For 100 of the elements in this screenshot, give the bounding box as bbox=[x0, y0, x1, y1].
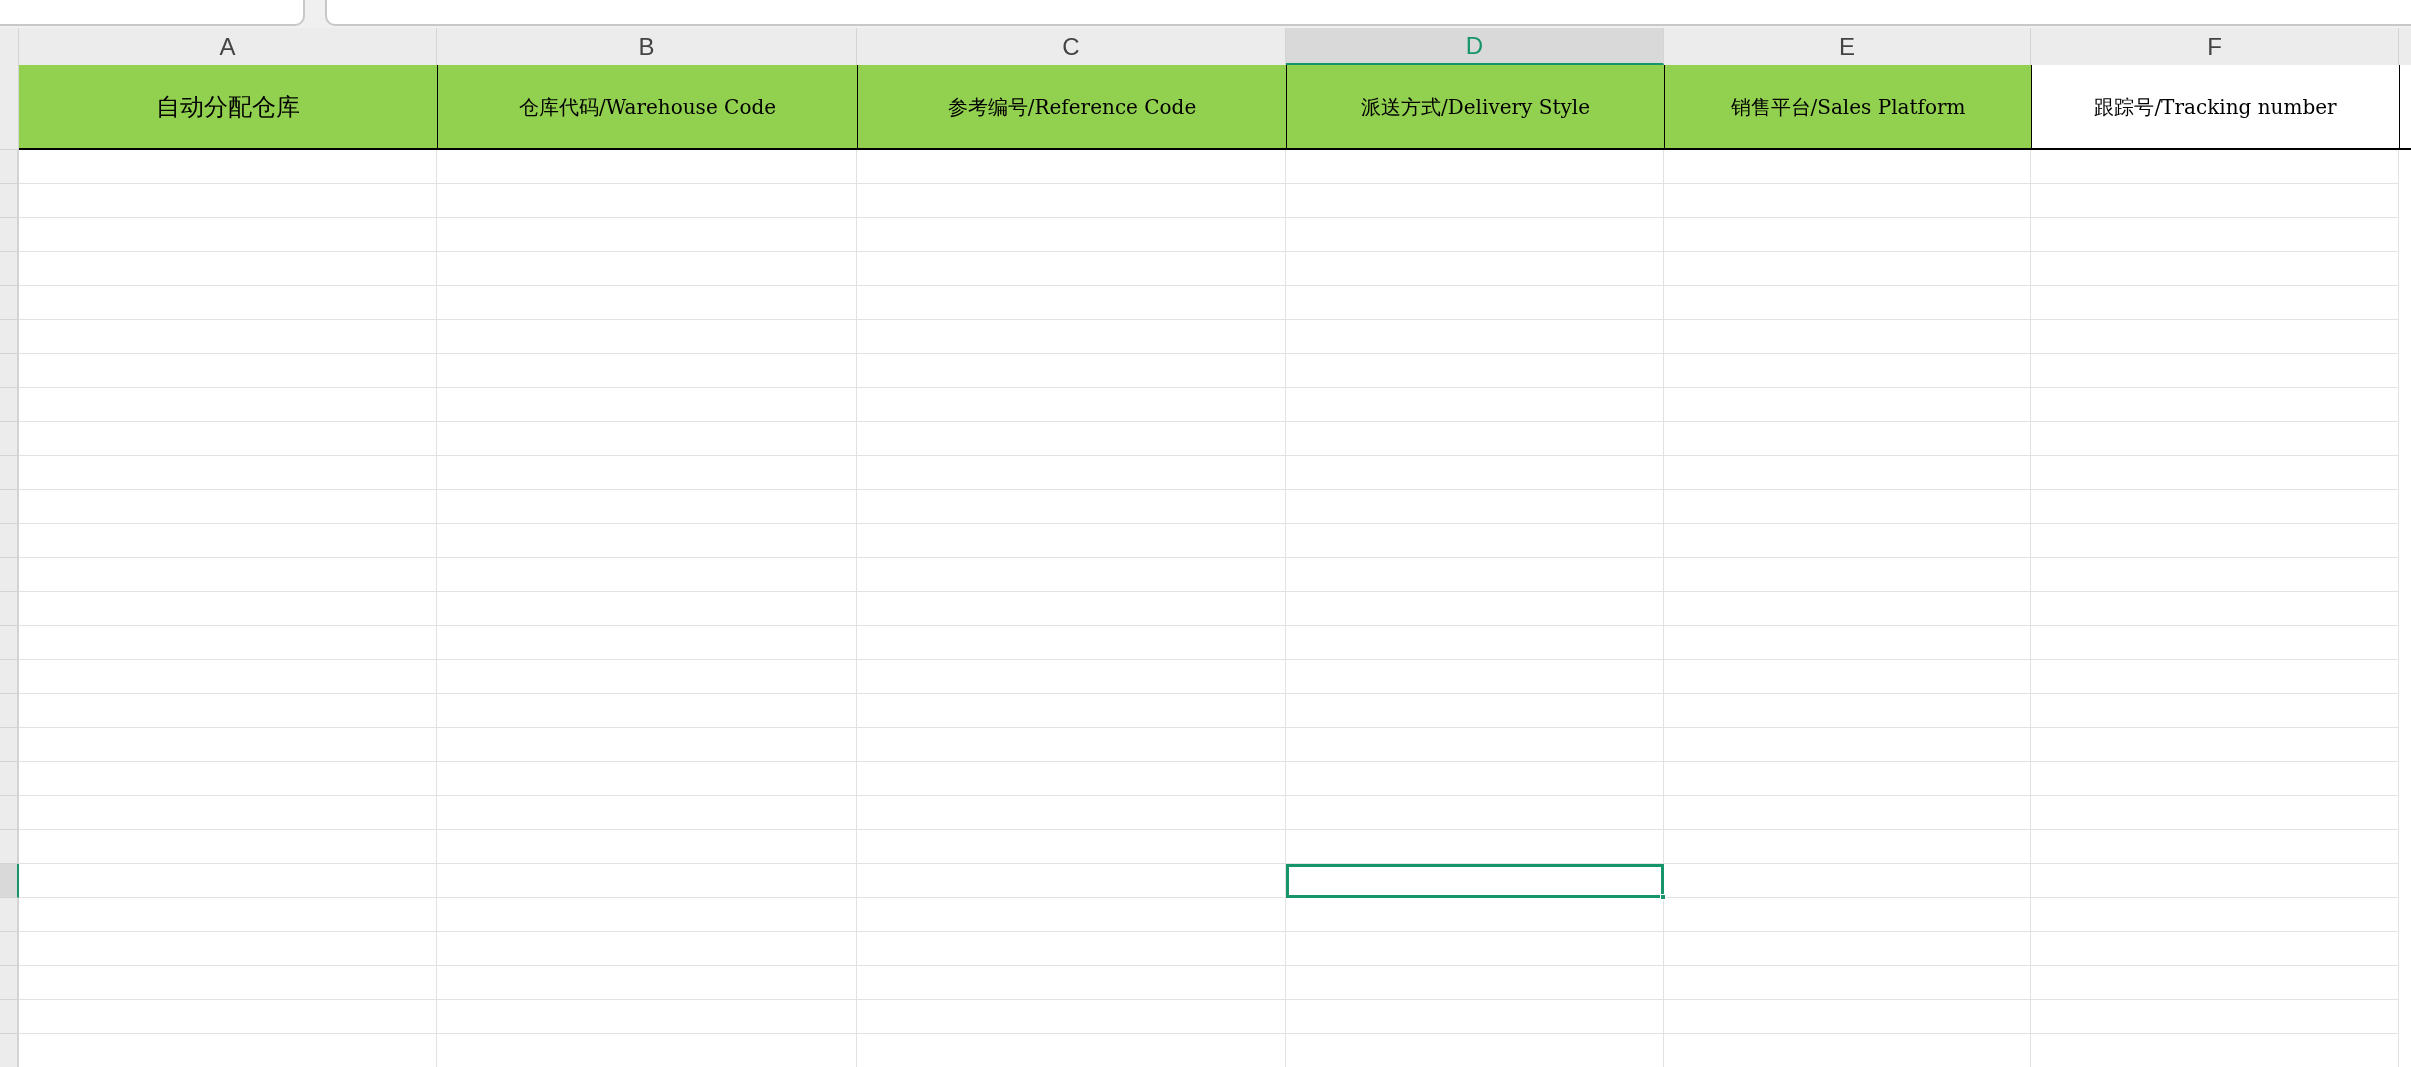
table-cell[interactable] bbox=[2031, 490, 2399, 524]
table-cell[interactable] bbox=[2031, 898, 2399, 932]
table-cell[interactable] bbox=[2031, 184, 2399, 218]
table-cell[interactable] bbox=[2031, 864, 2399, 898]
table-cell[interactable] bbox=[1664, 388, 2031, 422]
table-cell[interactable] bbox=[19, 796, 437, 830]
table-cell[interactable] bbox=[1286, 796, 1664, 830]
table-cell[interactable] bbox=[857, 388, 1286, 422]
table-cell[interactable] bbox=[1286, 286, 1664, 320]
table-cell[interactable] bbox=[1286, 898, 1664, 932]
table-cell[interactable] bbox=[19, 694, 437, 728]
table-cell[interactable] bbox=[1664, 354, 2031, 388]
select-all-corner[interactable] bbox=[0, 28, 19, 65]
selected-cell[interactable] bbox=[1286, 864, 1664, 898]
table-cell[interactable] bbox=[1286, 388, 1664, 422]
table-cell[interactable] bbox=[1286, 1000, 1664, 1034]
table-cell[interactable] bbox=[857, 728, 1286, 762]
table-cell[interactable] bbox=[1664, 456, 2031, 490]
table-cell[interactable] bbox=[19, 762, 437, 796]
table-cell[interactable] bbox=[1664, 864, 2031, 898]
table-cell[interactable] bbox=[19, 558, 437, 592]
table-cell[interactable] bbox=[1664, 286, 2031, 320]
table-cell[interactable] bbox=[1286, 694, 1664, 728]
table-cell[interactable] bbox=[19, 218, 437, 252]
table-cell[interactable] bbox=[1664, 218, 2031, 252]
column-header[interactable]: A bbox=[19, 28, 437, 65]
table-cell[interactable] bbox=[2031, 592, 2399, 626]
table-cell[interactable] bbox=[1664, 320, 2031, 354]
table-cell[interactable] bbox=[1286, 728, 1664, 762]
table-cell[interactable] bbox=[437, 626, 857, 660]
table-cell[interactable] bbox=[1286, 558, 1664, 592]
table-cell[interactable] bbox=[1664, 694, 2031, 728]
table-cell[interactable] bbox=[1286, 830, 1664, 864]
table-cell[interactable] bbox=[857, 626, 1286, 660]
table-cell[interactable] bbox=[19, 660, 437, 694]
table-cell[interactable] bbox=[857, 286, 1286, 320]
table-cell[interactable] bbox=[2031, 728, 2399, 762]
table-cell[interactable] bbox=[19, 286, 437, 320]
table-cell[interactable] bbox=[857, 898, 1286, 932]
table-cell[interactable] bbox=[437, 558, 857, 592]
table-cell[interactable] bbox=[437, 388, 857, 422]
table-cell[interactable] bbox=[19, 184, 437, 218]
table-cell[interactable] bbox=[2031, 252, 2399, 286]
table-cell[interactable] bbox=[19, 966, 437, 1000]
table-cell[interactable] bbox=[19, 592, 437, 626]
table-cell[interactable] bbox=[19, 388, 437, 422]
table-cell[interactable] bbox=[19, 626, 437, 660]
table-cell[interactable] bbox=[437, 898, 857, 932]
table-cell[interactable] bbox=[2031, 320, 2399, 354]
table-cell[interactable] bbox=[1664, 830, 2031, 864]
table-cell[interactable] bbox=[1286, 184, 1664, 218]
column-header[interactable]: C bbox=[857, 28, 1286, 65]
table-cell[interactable] bbox=[437, 490, 857, 524]
table-cell[interactable] bbox=[1286, 456, 1664, 490]
table-cell[interactable] bbox=[1286, 490, 1664, 524]
table-cell[interactable] bbox=[19, 252, 437, 286]
table-cell[interactable] bbox=[857, 592, 1286, 626]
table-cell[interactable] bbox=[857, 490, 1286, 524]
table-cell[interactable] bbox=[1286, 422, 1664, 456]
table-cell[interactable] bbox=[437, 796, 857, 830]
table-cell[interactable] bbox=[437, 966, 857, 1000]
table-cell[interactable] bbox=[857, 524, 1286, 558]
table-cell[interactable] bbox=[1664, 660, 2031, 694]
table-cell[interactable] bbox=[437, 524, 857, 558]
table-cell[interactable] bbox=[2031, 694, 2399, 728]
table-cell[interactable] bbox=[857, 966, 1286, 1000]
table-cell[interactable] bbox=[1286, 966, 1664, 1000]
table-cell[interactable] bbox=[2031, 286, 2399, 320]
table-cell[interactable] bbox=[437, 660, 857, 694]
table-cell[interactable] bbox=[1286, 932, 1664, 966]
table-cell[interactable] bbox=[437, 422, 857, 456]
table-cell[interactable] bbox=[2031, 456, 2399, 490]
table-cell[interactable] bbox=[2031, 966, 2399, 1000]
table-cell[interactable] bbox=[437, 218, 857, 252]
table-cell[interactable] bbox=[2031, 524, 2399, 558]
column-header[interactable]: B bbox=[437, 28, 857, 65]
table-cell[interactable] bbox=[1664, 524, 2031, 558]
table-cell[interactable] bbox=[437, 864, 857, 898]
table-cell[interactable] bbox=[19, 830, 437, 864]
table-cell[interactable] bbox=[1664, 966, 2031, 1000]
table-cell[interactable] bbox=[437, 932, 857, 966]
table-cell[interactable] bbox=[437, 762, 857, 796]
table-cell[interactable] bbox=[1664, 592, 2031, 626]
table-cell[interactable] bbox=[437, 286, 857, 320]
table-cell[interactable] bbox=[19, 422, 437, 456]
table-cell[interactable] bbox=[857, 320, 1286, 354]
table-cell[interactable] bbox=[1664, 184, 2031, 218]
table-cell[interactable] bbox=[19, 490, 437, 524]
table-cell[interactable] bbox=[1664, 252, 2031, 286]
table-cell[interactable] bbox=[437, 354, 857, 388]
table-cell[interactable] bbox=[2031, 1000, 2399, 1034]
table-cell[interactable] bbox=[2031, 762, 2399, 796]
table-cell[interactable] bbox=[857, 796, 1286, 830]
table-cell[interactable] bbox=[1286, 626, 1664, 660]
table-cell[interactable] bbox=[857, 762, 1286, 796]
table-cell[interactable] bbox=[437, 728, 857, 762]
table-cell[interactable] bbox=[1286, 150, 1664, 184]
table-cell[interactable] bbox=[19, 1000, 437, 1034]
table-cell[interactable] bbox=[1286, 762, 1664, 796]
table-cell[interactable] bbox=[857, 354, 1286, 388]
